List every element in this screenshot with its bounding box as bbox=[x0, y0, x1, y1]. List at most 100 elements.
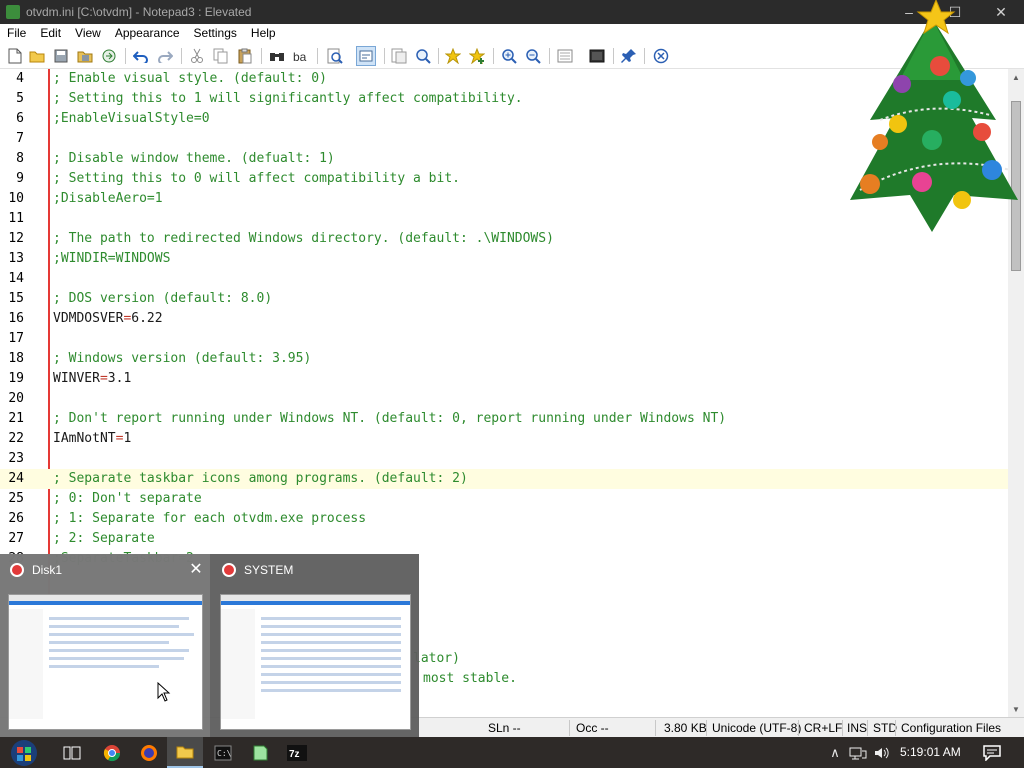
zoom-icon[interactable] bbox=[414, 47, 432, 65]
status-encoding[interactable]: Unicode (UTF-8) bbox=[712, 720, 801, 736]
save-icon[interactable] bbox=[52, 47, 70, 65]
open-icon[interactable] bbox=[28, 47, 46, 65]
line-number: 25 bbox=[8, 491, 24, 506]
zoom-out-icon[interactable] bbox=[524, 47, 542, 65]
scheme-icon[interactable] bbox=[556, 47, 574, 65]
editor-line[interactable]: 23 bbox=[0, 449, 1008, 469]
editor-line[interactable]: 21 ; Don't report running under Windows N… bbox=[0, 409, 1008, 429]
otvdm-icon bbox=[222, 563, 236, 577]
editor-line[interactable]: 14 bbox=[0, 269, 1008, 289]
taskbar-file-explorer[interactable] bbox=[167, 737, 203, 768]
network-icon[interactable] bbox=[848, 737, 868, 768]
scroll-down-arrow-icon[interactable]: ▼ bbox=[1008, 701, 1024, 717]
editor-line[interactable]: 13 ;WINDIR=WINDOWS bbox=[0, 249, 1008, 269]
menu-help[interactable]: Help bbox=[244, 24, 283, 43]
value-token: 1 bbox=[123, 431, 132, 446]
comment-token: ; Disable window theme. (defualt: 1) bbox=[53, 151, 335, 166]
line-number: 11 bbox=[8, 211, 24, 226]
pin-icon[interactable] bbox=[620, 47, 638, 65]
status-lexer-scheme[interactable]: Configuration Files bbox=[901, 720, 1001, 736]
line-number: 8 bbox=[16, 151, 24, 166]
editor-line[interactable]: 26 ; 1: Separate for each otvdm.exe proce… bbox=[0, 509, 1008, 529]
paste-icon[interactable] bbox=[236, 47, 254, 65]
action-center-icon[interactable] bbox=[980, 737, 1004, 768]
line-number: 10 bbox=[8, 191, 24, 206]
notepad3-app-icon bbox=[6, 5, 20, 19]
taskbar-chrome[interactable] bbox=[94, 737, 130, 768]
line-text: ; Setting this to 1 will significantly a… bbox=[53, 89, 523, 109]
zoom-in-icon[interactable] bbox=[500, 47, 518, 65]
line-number: 12 bbox=[8, 231, 24, 246]
mouse-cursor-icon bbox=[157, 682, 171, 702]
favorite-icon[interactable] bbox=[444, 47, 462, 65]
thumbnail-close-button[interactable]: ✕ bbox=[186, 560, 206, 580]
taskbar-notepad3[interactable] bbox=[242, 737, 278, 768]
customize-icon[interactable] bbox=[588, 47, 606, 65]
line-number: 17 bbox=[8, 331, 24, 346]
editor-line[interactable]: 25 ; 0: Don't separate bbox=[0, 489, 1008, 509]
thumbnail-card-system[interactable]: SYSTEM bbox=[222, 562, 293, 578]
menu-settings[interactable]: Settings bbox=[187, 24, 244, 43]
key-token: WINVER bbox=[53, 371, 100, 386]
menu-appearance[interactable]: Appearance bbox=[108, 24, 187, 43]
task-view-button[interactable] bbox=[54, 737, 90, 768]
taskbar-firefox[interactable] bbox=[131, 737, 167, 768]
redo-icon[interactable] bbox=[156, 47, 174, 65]
taskbar-command-prompt[interactable]: C:\ bbox=[205, 737, 241, 768]
line-text: IAmNotNT=1 bbox=[53, 429, 131, 449]
show-hidden-icons-chevron-icon[interactable]: ∧ bbox=[826, 737, 844, 768]
menu-edit[interactable]: Edit bbox=[33, 24, 68, 43]
line-text: ;WINDIR=WINDOWS bbox=[53, 249, 170, 269]
line-text: ; Disable window theme. (defualt: 1) bbox=[53, 149, 335, 169]
status-line-endings[interactable]: CR+LF bbox=[804, 720, 842, 736]
thumbnail-preview-disk1[interactable] bbox=[8, 594, 203, 730]
taskbar-7zip[interactable]: 7z bbox=[279, 737, 315, 768]
svg-text:C:\: C:\ bbox=[217, 749, 232, 758]
comment-token: ; 1: Separate for each otvdm.exe process bbox=[53, 511, 367, 526]
view-whitespace-icon[interactable] bbox=[390, 47, 408, 65]
editor-line[interactable]: 18 ; Windows version (default: 3.95) bbox=[0, 349, 1008, 369]
thumbnail-card-disk1[interactable]: Disk1 bbox=[10, 562, 62, 578]
replace-icon[interactable]: ba bbox=[292, 47, 310, 65]
find-icon[interactable] bbox=[268, 47, 286, 65]
thumbnail-preview-system[interactable] bbox=[220, 594, 411, 730]
volume-icon[interactable] bbox=[872, 737, 892, 768]
save-all-icon[interactable] bbox=[76, 47, 94, 65]
browse-icon[interactable] bbox=[100, 47, 118, 65]
ornament-icon bbox=[930, 56, 950, 76]
editor-line[interactable]: 24 ; Separate taskbar icons among program… bbox=[0, 469, 1008, 489]
editor-line[interactable]: 15 ; DOS version (default: 8.0) bbox=[0, 289, 1008, 309]
ornament-icon bbox=[912, 172, 932, 192]
cut-icon[interactable] bbox=[188, 47, 206, 65]
comment-token: ; 2: Separate bbox=[53, 531, 155, 546]
otvdm-icon bbox=[10, 563, 24, 577]
editor-line[interactable]: 22 IAmNotNT=1 bbox=[0, 429, 1008, 449]
new-icon[interactable] bbox=[6, 47, 24, 65]
line-number: 18 bbox=[8, 351, 24, 366]
add-favorite-icon[interactable] bbox=[468, 47, 486, 65]
editor-line[interactable]: 19 WINVER=3.1 bbox=[0, 369, 1008, 389]
undo-icon[interactable] bbox=[132, 47, 150, 65]
ornament-icon bbox=[960, 70, 976, 86]
ornament-icon bbox=[889, 115, 907, 133]
status-occurrences: Occ -- bbox=[576, 721, 609, 735]
find-in-files-icon[interactable] bbox=[326, 47, 344, 65]
status-file-size: 3.80 KB bbox=[664, 721, 707, 735]
ornament-icon bbox=[872, 134, 888, 150]
status-standard-mode[interactable]: STD bbox=[873, 720, 897, 736]
editor-line[interactable]: 17 bbox=[0, 329, 1008, 349]
window-title: otvdm.ini [C:\otvdm] - Notepad3 : Elevat… bbox=[26, 5, 252, 19]
command-prompt-icon: C:\ bbox=[214, 745, 232, 760]
taskbar-clock[interactable]: 5:19:01 AM bbox=[900, 737, 961, 768]
editor-line[interactable]: 20 bbox=[0, 389, 1008, 409]
editor-line[interactable]: 27 ; 2: Separate bbox=[0, 529, 1008, 549]
menu-view[interactable]: View bbox=[68, 24, 108, 43]
close-file-icon[interactable] bbox=[652, 47, 670, 65]
editor-line[interactable]: 16 VDMDOSVER=6.22 bbox=[0, 309, 1008, 329]
key-token: VDMDOSVER bbox=[53, 311, 124, 326]
copy-icon[interactable] bbox=[212, 47, 230, 65]
word-wrap-icon[interactable] bbox=[356, 46, 376, 66]
status-insert-mode[interactable]: INS bbox=[847, 720, 867, 736]
start-button[interactable] bbox=[0, 737, 48, 768]
menu-file[interactable]: File bbox=[0, 24, 33, 43]
